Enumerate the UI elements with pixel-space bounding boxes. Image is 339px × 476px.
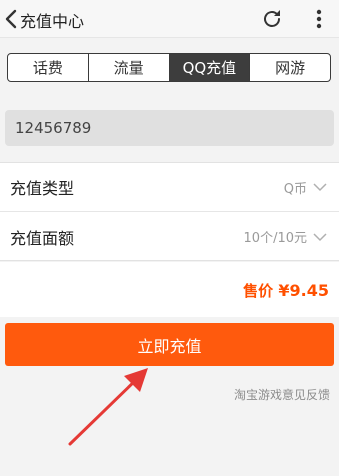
- recharge-amount-label: 充值面额: [10, 228, 75, 248]
- chevron-down-icon: [313, 232, 327, 241]
- tab-game[interactable]: 网游: [250, 54, 330, 81]
- price-area: 售价 ¥9.45: [0, 262, 339, 317]
- recharge-tabs: 话费 流量 QQ充值 网游: [7, 53, 331, 82]
- account-input[interactable]: [15, 119, 334, 137]
- account-input-wrap: [5, 110, 334, 146]
- chevron-down-icon: [313, 183, 327, 192]
- options-card: 充值类型 Q币 充值面额 10个/10元: [0, 162, 339, 261]
- tab-data[interactable]: 流量: [89, 54, 170, 81]
- tab-qq[interactable]: QQ充值: [169, 54, 251, 81]
- recharge-type-row[interactable]: 充值类型 Q币: [0, 163, 339, 212]
- page-title: 充值中心: [20, 12, 85, 31]
- recharge-type-label: 充值类型: [10, 179, 75, 198]
- sale-price-value: ¥9.45: [278, 281, 329, 300]
- recharge-type-select[interactable]: Q币: [284, 178, 327, 197]
- top-bar: 充值中心: [0, 0, 339, 38]
- recharge-type-value: Q币: [283, 181, 307, 197]
- back-button[interactable]: [2, 7, 20, 31]
- refresh-icon: [264, 10, 280, 27]
- recharge-now-button[interactable]: 立即充值: [5, 323, 334, 366]
- recharge-amount-value: 10个/10元: [243, 231, 307, 246]
- more-icon: [316, 9, 322, 29]
- refresh-button[interactable]: [260, 7, 284, 31]
- back-icon: [5, 9, 17, 29]
- feedback-link[interactable]: 淘宝游戏意见反馈: [234, 386, 330, 403]
- sale-price: 售价 ¥9.45: [243, 280, 329, 301]
- more-button[interactable]: [309, 7, 329, 31]
- annotation-arrow-icon: [68, 368, 148, 446]
- sale-price-label: 售价: [243, 282, 274, 300]
- recharge-amount-row[interactable]: 充值面额 10个/10元: [0, 212, 339, 261]
- tab-phone[interactable]: 话费: [8, 54, 89, 81]
- recharge-amount-select[interactable]: 10个/10元: [244, 227, 327, 246]
